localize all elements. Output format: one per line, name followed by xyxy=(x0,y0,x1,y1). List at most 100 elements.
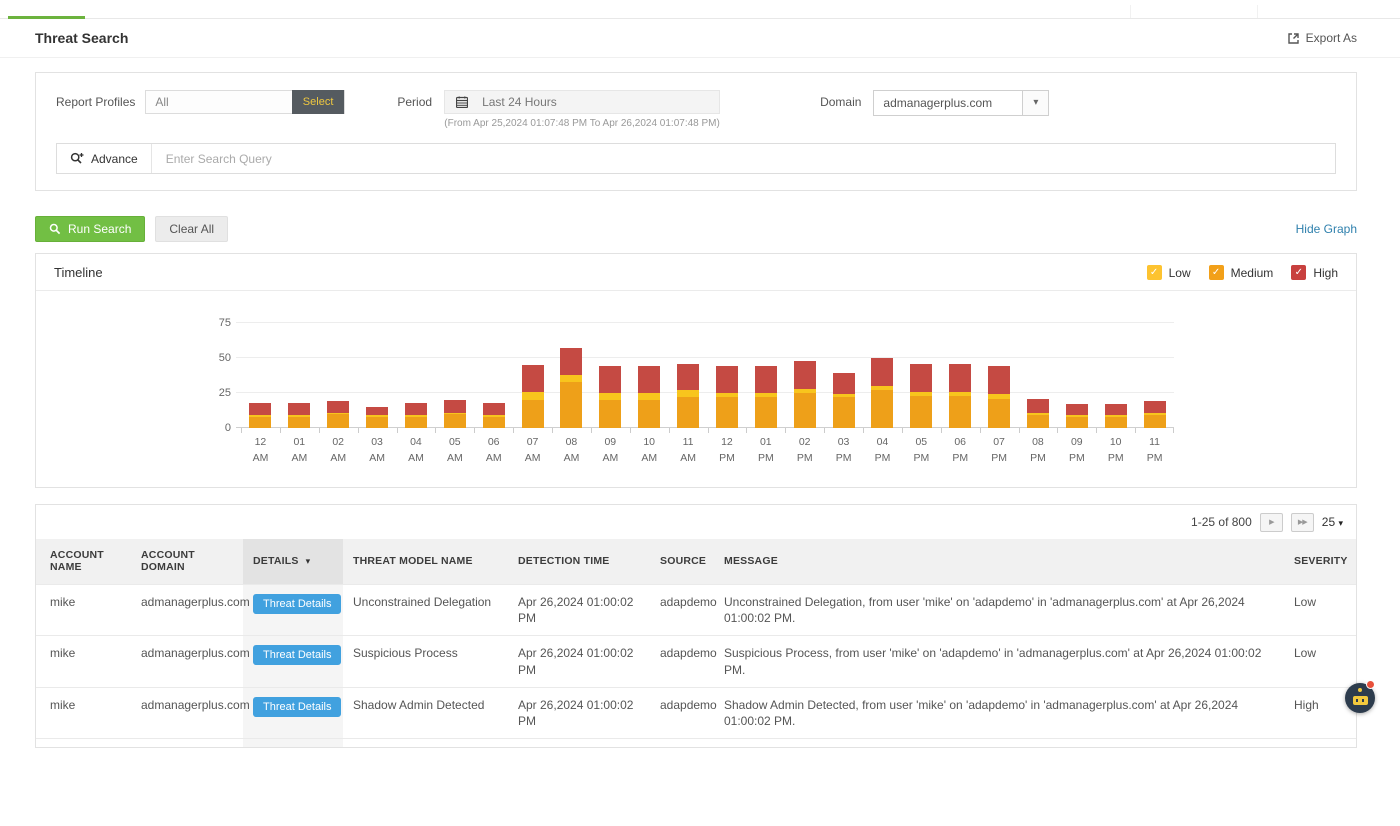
checkbox-checked-icon[interactable]: ✓ xyxy=(1209,265,1224,280)
bar-segment-medium xyxy=(638,400,660,428)
table-cell: Low xyxy=(1284,585,1356,636)
advance-search-button[interactable]: Advance xyxy=(57,144,152,173)
bar-segment-medium xyxy=(249,417,271,428)
legend-toggle-low[interactable]: ✓Low xyxy=(1147,265,1191,280)
last-page-button[interactable]: ▶▶ xyxy=(1291,513,1314,532)
threat-details-button[interactable]: Threat Details xyxy=(253,594,341,614)
table-cell xyxy=(508,739,650,748)
x-axis-tick-label: 05PM xyxy=(902,428,941,467)
advance-search-icon xyxy=(70,152,84,165)
column-header-details[interactable]: DETAILS ▾ xyxy=(243,539,343,585)
bar-segment-high xyxy=(871,358,893,386)
clear-all-button[interactable]: Clear All xyxy=(155,216,228,242)
page-size-dropdown[interactable]: 25 ▾ xyxy=(1322,515,1343,529)
hide-graph-link[interactable]: Hide Graph xyxy=(1296,222,1357,236)
bar-segment-high xyxy=(560,348,582,375)
column-header-source: SOURCE xyxy=(650,539,714,585)
bar-segment-medium xyxy=(755,397,777,428)
table-cell: Unconstrained Delegation xyxy=(343,585,508,636)
bar-segment-medium xyxy=(988,399,1010,428)
bar-segment-low xyxy=(522,392,544,400)
bar-segment-medium xyxy=(1027,415,1049,428)
x-axis-tick-label: 06PM xyxy=(941,428,980,467)
x-axis-tick-label: 10PM xyxy=(1096,428,1135,467)
x-axis-tick-label: 04AM xyxy=(397,428,436,467)
x-axis-tick-label: 09PM xyxy=(1057,428,1096,467)
next-page-button[interactable]: ▶ xyxy=(1260,513,1283,532)
table-cell: Apr 26,2024 01:00:02 PM xyxy=(508,636,650,687)
table-cell: mike xyxy=(36,687,131,738)
bar-09-am xyxy=(591,303,630,428)
select-button[interactable]: Select xyxy=(292,90,345,114)
table-cell: adapdemo xyxy=(650,585,714,636)
report-profiles-field[interactable]: All Select xyxy=(145,90,345,114)
export-as-button[interactable]: Export As xyxy=(1287,31,1357,45)
bar-segment-high xyxy=(638,366,660,393)
bar-05-am xyxy=(435,303,474,428)
domain-label: Domain xyxy=(820,90,861,114)
threat-details-button[interactable]: Threat Details xyxy=(253,645,341,665)
threat-details-button[interactable]: Threat Details xyxy=(253,697,341,717)
bot-antenna xyxy=(1358,688,1362,692)
bar-series xyxy=(241,303,1174,428)
y-axis-tick-label: 75 xyxy=(201,316,231,330)
filters-panel: Report Profiles All Select Period La xyxy=(35,72,1357,191)
bar-segment-high xyxy=(833,373,855,394)
x-axis-tick-label: 05AM xyxy=(435,428,474,467)
checkbox-checked-icon[interactable]: ✓ xyxy=(1291,265,1306,280)
bar-07-pm xyxy=(980,303,1019,428)
bar-segment-medium xyxy=(910,396,932,428)
bar-segment-high xyxy=(405,403,427,416)
bar-segment-medium xyxy=(405,417,427,428)
bar-segment-high xyxy=(988,366,1010,394)
period-range-caption: (From Apr 25,2024 01:07:48 PM To Apr 26,… xyxy=(444,118,720,129)
page-header: Threat Search Export As xyxy=(0,19,1400,58)
chatbot-icon[interactable] xyxy=(1345,683,1375,713)
x-axis-tick-label: 09AM xyxy=(591,428,630,467)
table-row: mikeadmanagerplus.comThreat DetailsSuspi… xyxy=(36,636,1356,687)
legend-toggle-medium[interactable]: ✓ Medium xyxy=(1209,265,1274,280)
bar-segment-high xyxy=(1105,404,1127,415)
bar-segment-high xyxy=(483,403,505,416)
period-field[interactable]: Last 24 Hours xyxy=(444,90,720,114)
table-row: Threat Details xyxy=(36,739,1356,748)
bar-segment-high xyxy=(755,366,777,393)
results-panel: 1-25 of 800 ▶ ▶▶ 25 ▾ ACCOUNT NAMEACCOUN… xyxy=(35,504,1357,748)
table-cell: Apr 26,2024 01:00:02 PM xyxy=(508,687,650,738)
column-header-detection-time: DETECTION TIME xyxy=(508,539,650,585)
bar-segment-high xyxy=(794,361,816,389)
report-profiles-label: Report Profiles xyxy=(56,90,135,114)
bar-segment-medium xyxy=(871,390,893,428)
checkbox-checked-icon[interactable]: ✓ xyxy=(1147,265,1162,280)
bar-03-am xyxy=(358,303,397,428)
bar-02-pm xyxy=(785,303,824,428)
page-size-value: 25 xyxy=(1322,515,1335,529)
bar-segment-high xyxy=(1027,399,1049,413)
search-query-input[interactable] xyxy=(152,144,1335,173)
bar-07-am xyxy=(513,303,552,428)
table-cell xyxy=(343,739,508,748)
bar-segment-medium xyxy=(677,397,699,428)
bar-10-am xyxy=(630,303,669,428)
x-axis-tick-label: 02PM xyxy=(785,428,824,467)
bar-segment-low xyxy=(560,375,582,382)
y-axis-tick-label: 0 xyxy=(201,421,231,435)
domain-select[interactable]: admanagerplus.com ▾ xyxy=(873,90,1049,116)
legend-toggle-high[interactable]: ✓High xyxy=(1291,265,1338,280)
table-cell xyxy=(650,739,714,748)
bar-12-pm xyxy=(708,303,747,428)
period-value: Last 24 Hours xyxy=(482,95,557,109)
table-cell: Suspicious Process xyxy=(343,636,508,687)
bar-segment-high xyxy=(599,366,621,393)
legend-label: Medium xyxy=(1231,266,1274,280)
x-axis-tick-label: 08AM xyxy=(552,428,591,467)
x-axis-tick-label: 07AM xyxy=(513,428,552,467)
bar-segment-medium xyxy=(327,414,349,428)
domain-value: admanagerplus.com xyxy=(874,91,1022,115)
bar-segment-medium xyxy=(716,397,738,428)
run-search-button[interactable]: Run Search xyxy=(35,216,145,242)
table-cell: admanagerplus.com xyxy=(131,636,243,687)
bar-segment-medium xyxy=(1066,417,1088,428)
bar-segment-low xyxy=(677,390,699,397)
bar-segment-medium xyxy=(366,417,388,428)
